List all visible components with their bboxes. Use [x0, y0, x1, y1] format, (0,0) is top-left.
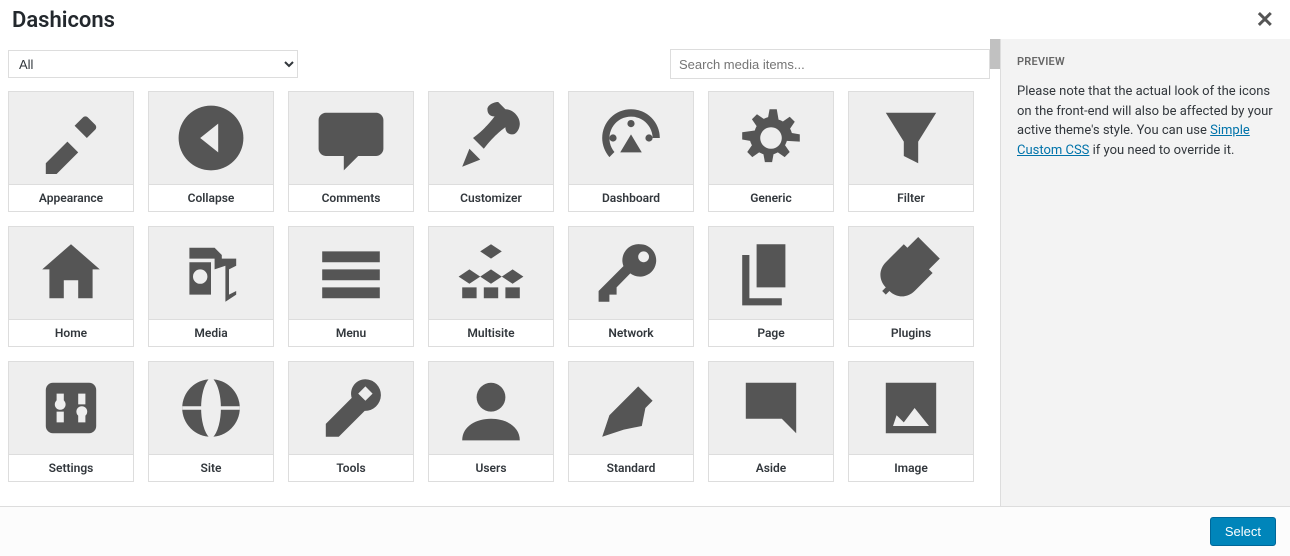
icon-item-multisite[interactable]: Multisite: [428, 226, 554, 347]
filter-icon: [849, 92, 973, 184]
page-title: Dashicons: [12, 8, 115, 33]
customizer-icon: [429, 92, 553, 184]
icon-label: Menu: [289, 319, 413, 346]
icon-label: Aside: [709, 454, 833, 481]
image-icon: [849, 362, 973, 454]
icon-label: Tools: [289, 454, 413, 481]
close-icon[interactable]: ✕: [1252, 8, 1278, 33]
icon-label: Multisite: [429, 319, 553, 346]
icon-item-plugins[interactable]: Plugins: [848, 226, 974, 347]
icon-item-aside[interactable]: Aside: [708, 361, 834, 482]
icon-item-users[interactable]: Users: [428, 361, 554, 482]
icon-label: Filter: [849, 184, 973, 211]
icon-label: Plugins: [849, 319, 973, 346]
generic-icon: [709, 92, 833, 184]
preview-sidebar: PREVIEW Please note that the actual look…: [1000, 39, 1290, 506]
sidebar-text: Please note that the actual look of the …: [1017, 82, 1274, 160]
media-icon: [149, 227, 273, 319]
search-input[interactable]: [670, 49, 990, 79]
sidebar-heading: PREVIEW: [1017, 55, 1274, 68]
collapse-icon: [149, 92, 273, 184]
icon-item-generic[interactable]: Generic: [708, 91, 834, 212]
comments-icon: [289, 92, 413, 184]
home-icon: [9, 227, 133, 319]
icon-label: Settings: [9, 454, 133, 481]
icon-label: Customizer: [429, 184, 553, 211]
icon-item-page[interactable]: Page: [708, 226, 834, 347]
icon-item-settings[interactable]: Settings: [8, 361, 134, 482]
icon-item-tools[interactable]: Tools: [288, 361, 414, 482]
icon-label: Appearance: [9, 184, 133, 211]
icon-label: Home: [9, 319, 133, 346]
icon-label: Page: [709, 319, 833, 346]
icon-label: Users: [429, 454, 553, 481]
menu-icon: [289, 227, 413, 319]
icon-item-appearance[interactable]: Appearance: [8, 91, 134, 212]
icon-label: Collapse: [149, 184, 273, 211]
tools-icon: [289, 362, 413, 454]
icon-item-menu[interactable]: Menu: [288, 226, 414, 347]
icon-item-customizer[interactable]: Customizer: [428, 91, 554, 212]
icon-item-standard[interactable]: Standard: [568, 361, 694, 482]
icon-label: Media: [149, 319, 273, 346]
site-icon: [149, 362, 273, 454]
icon-item-image[interactable]: Image: [848, 361, 974, 482]
network-icon: [569, 227, 693, 319]
appearance-icon: [9, 92, 133, 184]
dashboard-icon: [569, 92, 693, 184]
icon-item-site[interactable]: Site: [148, 361, 274, 482]
icon-item-media[interactable]: Media: [148, 226, 274, 347]
users-icon: [429, 362, 553, 454]
icon-item-network[interactable]: Network: [568, 226, 694, 347]
filter-select[interactable]: All: [8, 50, 298, 78]
icon-label: Dashboard: [569, 184, 693, 211]
select-button[interactable]: Select: [1210, 517, 1276, 546]
icon-label: Generic: [709, 184, 833, 211]
icon-label: Network: [569, 319, 693, 346]
icon-label: Comments: [289, 184, 413, 211]
icon-item-home[interactable]: Home: [8, 226, 134, 347]
icon-label: Standard: [569, 454, 693, 481]
settings-icon: [9, 362, 133, 454]
icon-item-comments[interactable]: Comments: [288, 91, 414, 212]
icon-item-collapse[interactable]: Collapse: [148, 91, 274, 212]
plugins-icon: [849, 227, 973, 319]
icon-item-dashboard[interactable]: Dashboard: [568, 91, 694, 212]
standard-icon: [569, 362, 693, 454]
page-icon: [709, 227, 833, 319]
icon-label: Site: [149, 454, 273, 481]
icon-label: Image: [849, 454, 973, 481]
aside-icon: [709, 362, 833, 454]
icon-item-filter[interactable]: Filter: [848, 91, 974, 212]
multisite-icon: [429, 227, 553, 319]
